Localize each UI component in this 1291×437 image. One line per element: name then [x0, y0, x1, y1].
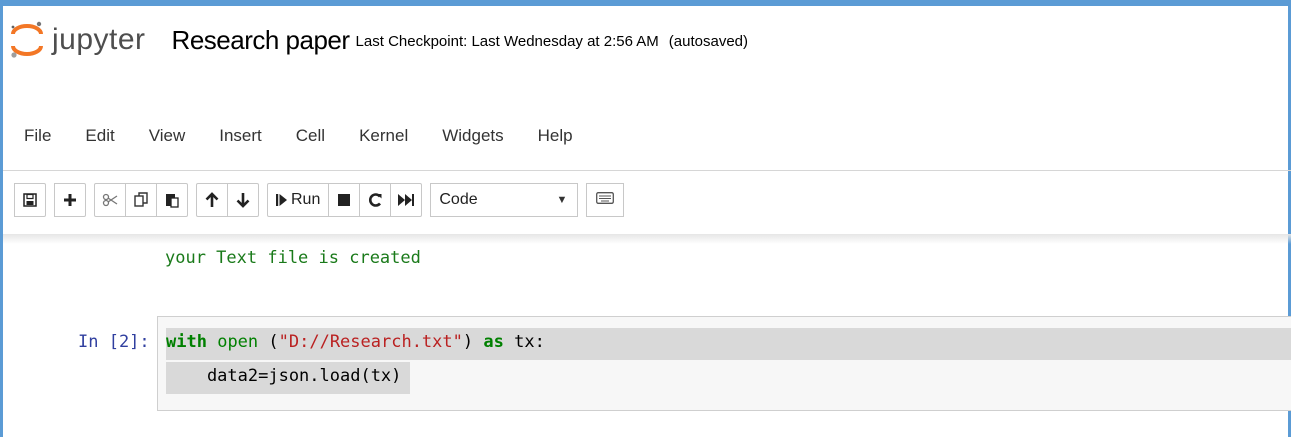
- restart-icon: [368, 192, 382, 208]
- menu-file[interactable]: File: [24, 124, 51, 148]
- move-down-button[interactable]: [227, 183, 259, 217]
- run-label: Run: [291, 191, 321, 208]
- plus-icon: [63, 193, 77, 207]
- move-group: [196, 183, 259, 217]
- run-icon: [276, 193, 288, 207]
- code-line-1: with open ("D://Research.txt") as tx:: [166, 332, 545, 352]
- notebook-title[interactable]: Research paper: [172, 18, 351, 62]
- cell-type-select[interactable]: Code ▼: [430, 183, 579, 217]
- code-line-2: data2=json.load(tx): [166, 366, 402, 386]
- menu-edit[interactable]: Edit: [85, 124, 114, 148]
- command-palette-button[interactable]: [586, 183, 625, 217]
- arrow-down-icon: [236, 192, 250, 208]
- arrow-up-icon: [205, 192, 219, 208]
- insert-cell-button[interactable]: [54, 183, 86, 217]
- cut-button[interactable]: [94, 183, 126, 217]
- run-button[interactable]: Run: [267, 183, 330, 217]
- autosave-status: (autosaved): [668, 33, 749, 50]
- keyboard-icon: [596, 191, 615, 209]
- menu-widgets[interactable]: Widgets: [442, 124, 503, 148]
- paste-icon: [165, 192, 179, 208]
- move-up-button[interactable]: [196, 183, 228, 217]
- menu-help[interactable]: Help: [538, 124, 573, 148]
- save-icon: [23, 193, 37, 207]
- save-group: [14, 183, 46, 217]
- menu-kernel[interactable]: Kernel: [359, 124, 408, 148]
- interrupt-button[interactable]: [328, 183, 361, 217]
- notebook-header: jupyter Research paper Last Checkpoint: …: [8, 18, 748, 62]
- menu-insert[interactable]: Insert: [219, 124, 262, 148]
- chevron-down-icon: ▼: [556, 194, 568, 206]
- menu-bar: File Edit View Insert Cell Kernel Widget…: [24, 124, 607, 148]
- builtin-open: open: [217, 332, 259, 352]
- cell-prompt: In [2]:: [78, 332, 150, 352]
- checkpoint-status: Last Checkpoint: Last Wednesday at 2:56 …: [355, 33, 659, 50]
- jupyter-wordmark[interactable]: jupyter: [52, 18, 146, 62]
- keyword-as: as: [483, 332, 504, 352]
- toolbar-shadow: [3, 234, 1291, 244]
- restart-button[interactable]: [359, 183, 392, 217]
- notebook-toolbar: Run Code ▼: [14, 182, 625, 218]
- cell-type-value: Code: [439, 191, 478, 208]
- insert-group: [54, 183, 86, 217]
- menu-view[interactable]: View: [149, 124, 186, 148]
- save-button[interactable]: [14, 183, 46, 217]
- run-group: Run: [267, 183, 423, 217]
- run-all-button[interactable]: [390, 183, 423, 217]
- stop-icon: [338, 194, 351, 206]
- jupyter-logo-icon[interactable]: [8, 18, 46, 62]
- copy-icon: [134, 192, 148, 208]
- variable-tx: tx:: [514, 332, 545, 352]
- code-editor[interactable]: with open ("D://Research.txt") as tx: da…: [166, 330, 545, 390]
- menu-cell[interactable]: Cell: [296, 124, 325, 148]
- menu-divider: [3, 170, 1291, 171]
- copy-button[interactable]: [125, 183, 157, 217]
- keyword-with: with: [166, 332, 207, 352]
- paste-button[interactable]: [156, 183, 188, 217]
- cell-output: your Text file is created: [165, 248, 421, 268]
- edit-group: [94, 183, 188, 217]
- fast-forward-icon: [398, 193, 415, 207]
- cut-icon: [102, 193, 118, 207]
- string-literal: "D://Research.txt": [278, 332, 463, 352]
